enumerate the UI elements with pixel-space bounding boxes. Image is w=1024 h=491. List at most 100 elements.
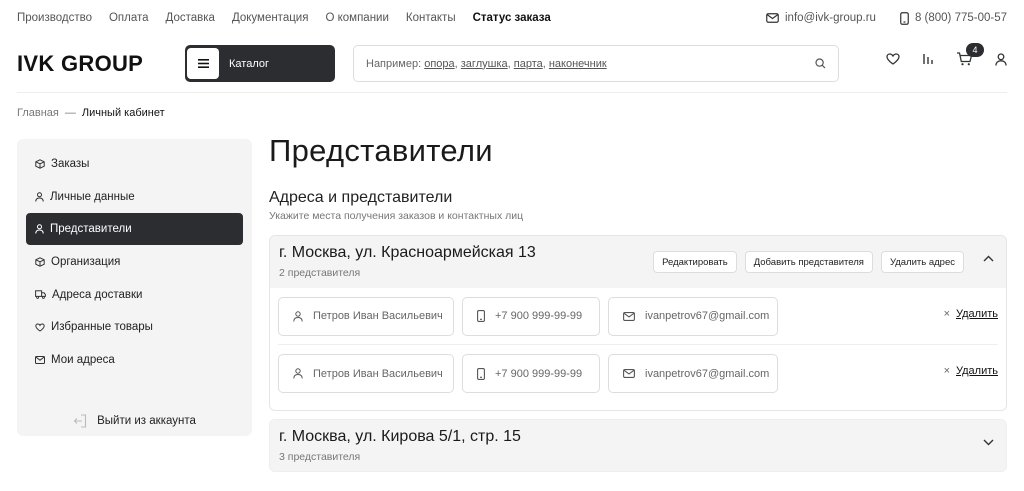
address-title: г. Москва, ул. Красноармейская 13 xyxy=(279,244,536,261)
user-icon xyxy=(293,368,303,379)
representative-email: ivanpetrov67@gmail.com xyxy=(645,367,770,380)
top-nav-order-status[interactable]: Статус заказа xyxy=(473,12,551,24)
user-icon xyxy=(35,191,44,202)
sidebar-item-orders[interactable]: Заказы xyxy=(26,148,243,180)
compare-icon[interactable] xyxy=(922,53,934,65)
header-divider xyxy=(17,92,1007,93)
breadcrumb-current: Личный кабинет xyxy=(81,107,165,119)
sidebar-item-label: Организация xyxy=(51,256,121,269)
sidebar-item-personal-data[interactable]: Личные данные xyxy=(26,181,243,213)
representatives-list: Петров Иван Васильевич +7 900 999-99-99 … xyxy=(270,288,1006,402)
representative-phone-field[interactable]: +7 900 999-99-99 xyxy=(462,354,600,393)
sidebar-item-label: Адреса доставки xyxy=(52,288,143,301)
address-card-header[interactable]: г. Москва, ул. Кирова 5/1, стр. 15 3 пре… xyxy=(270,420,1006,471)
main-header: IVK GROUP Каталог Например: опора, заглу… xyxy=(17,43,1007,84)
chevron-up-icon[interactable] xyxy=(983,255,994,262)
phone-link[interactable]: 8 (800) 775-00-57 xyxy=(900,11,1007,25)
search-example[interactable]: наконечник xyxy=(549,58,607,70)
representative-email-field[interactable]: ivanpetrov67@gmail.com xyxy=(608,354,778,393)
user-icon[interactable] xyxy=(995,52,1007,66)
truck-icon xyxy=(35,290,46,300)
phone-icon xyxy=(900,11,909,25)
search-input[interactable]: Например: опора, заглушка, парта, наконе… xyxy=(353,45,839,82)
mail-icon xyxy=(623,369,635,378)
catalog-button[interactable]: Каталог xyxy=(185,45,335,82)
delete-label: Удалить xyxy=(956,308,998,320)
representatives-count: 3 представителя xyxy=(279,451,361,463)
address-card-header[interactable]: г. Москва, ул. Красноармейская 13 2 пред… xyxy=(270,236,1006,288)
address-card: г. Москва, ул. Красноармейская 13 2 пред… xyxy=(269,235,1007,411)
top-nav-delivery[interactable]: Доставка xyxy=(166,12,215,24)
section-title: Адреса и представители xyxy=(269,189,453,206)
representative-name-field[interactable]: Петров Иван Васильевич xyxy=(278,296,454,336)
top-nav-links: Производство Оплата Доставка Документаци… xyxy=(17,12,551,24)
sidebar-item-label: Заказы xyxy=(51,158,90,170)
top-nav-payment[interactable]: Оплата xyxy=(109,12,149,24)
sidebar-item-favorites[interactable]: Избранные товары xyxy=(26,311,243,343)
phone-icon xyxy=(477,310,485,322)
top-nav-documentation[interactable]: Документация xyxy=(232,12,309,24)
edit-address-button[interactable]: Редактировать xyxy=(653,251,737,273)
page-title: Представители xyxy=(269,133,493,168)
search-placeholder: Например: опора, заглушка, парта, наконе… xyxy=(366,57,607,70)
sidebar-item-representatives[interactable]: Представители xyxy=(26,213,243,246)
email-text: info@ivk-group.ru xyxy=(785,12,876,24)
heart-icon xyxy=(35,323,45,332)
representative-phone-field[interactable]: +7 900 999-99-99 xyxy=(462,296,600,336)
representative-email-field[interactable]: ivanpetrov67@gmail.com xyxy=(608,296,778,336)
address-card: г. Москва, ул. Кирова 5/1, стр. 15 3 пре… xyxy=(269,419,1007,472)
delete-address-button[interactable]: Удалить адрес xyxy=(880,251,964,273)
search-example[interactable]: опора xyxy=(424,58,454,70)
breadcrumb: Главная — Личный кабинет xyxy=(17,107,165,119)
top-nav-production[interactable]: Производство xyxy=(17,12,92,24)
cart-button[interactable]: 4 xyxy=(956,43,984,66)
close-icon: × xyxy=(943,308,950,320)
section-subtitle: Укажите места получения заказов и контак… xyxy=(269,210,524,222)
delete-representative-button[interactable]: × Удалить xyxy=(944,365,998,377)
catalog-label: Каталог xyxy=(229,57,269,70)
search-example[interactable]: парта xyxy=(514,58,543,70)
sidebar-item-organization[interactable]: Организация xyxy=(26,246,243,278)
search-example[interactable]: заглушка xyxy=(461,58,508,70)
heart-icon[interactable] xyxy=(886,53,900,65)
representative-email: ivanpetrov67@gmail.com xyxy=(645,310,770,322)
add-representative-button[interactable]: Добавить представителя xyxy=(744,251,873,273)
user-icon xyxy=(293,310,303,322)
main-content: Представители Адреса и представители Ука… xyxy=(269,133,1007,222)
representative-name: Петров Иван Васильевич xyxy=(313,367,443,380)
header-icons: 4 xyxy=(886,43,1007,66)
top-nav: Производство Оплата Доставка Документаци… xyxy=(17,9,1007,27)
logo[interactable]: IVK GROUP xyxy=(17,51,143,77)
phone-text: 8 (800) 775-00-57 xyxy=(914,12,1007,24)
top-nav-contacts[interactable]: Контакты xyxy=(406,12,456,24)
phone-icon xyxy=(477,367,485,380)
logout-button[interactable]: Выйти из аккаунта xyxy=(17,414,252,428)
sidebar-item-my-addresses[interactable]: Мои адреса xyxy=(26,344,243,376)
box-icon xyxy=(35,159,45,169)
chevron-down-icon[interactable] xyxy=(983,439,994,446)
mail-icon xyxy=(623,311,635,321)
representative-row: Петров Иван Васильевич +7 900 999-99-99 … xyxy=(278,288,998,345)
delete-label: Удалить xyxy=(956,365,998,377)
logout-icon xyxy=(73,414,87,428)
breadcrumb-home[interactable]: Главная xyxy=(17,107,59,119)
sidebar-item-label: Избранные товары xyxy=(51,321,153,334)
cart-count-badge: 4 xyxy=(966,43,984,57)
representative-phone: +7 900 999-99-99 xyxy=(495,310,583,322)
representative-phone: +7 900 999-99-99 xyxy=(495,367,583,380)
search-icon[interactable] xyxy=(815,58,826,69)
sidebar-item-label: Представители xyxy=(50,223,132,236)
breadcrumb-separator: — xyxy=(64,107,76,119)
representative-name-field[interactable]: Петров Иван Васильевич xyxy=(278,354,454,393)
sidebar-item-delivery-addresses[interactable]: Адреса доставки xyxy=(26,279,243,311)
sidebar-item-label: Мои адреса xyxy=(51,354,115,367)
email-link[interactable]: info@ivk-group.ru xyxy=(766,12,876,24)
address-title: г. Москва, ул. Кирова 5/1, стр. 15 xyxy=(279,428,521,445)
menu-icon xyxy=(187,48,219,79)
top-nav-about[interactable]: О компании xyxy=(325,12,388,24)
address-actions: Редактировать Добавить представителя Уда… xyxy=(653,251,964,273)
mail-icon xyxy=(35,356,45,365)
delete-representative-button[interactable]: × Удалить xyxy=(944,308,998,320)
sidebar-item-label: Личные данные xyxy=(50,190,135,203)
mail-icon xyxy=(766,13,779,23)
